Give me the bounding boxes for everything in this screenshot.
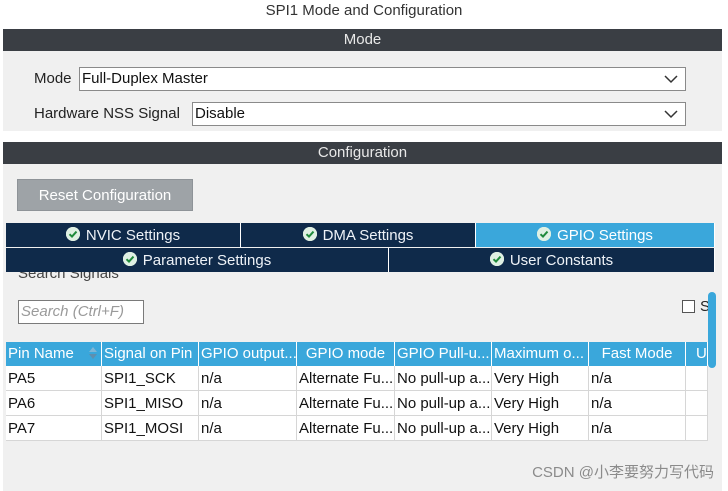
table-cell[interactable]: SPI1_SCK xyxy=(102,366,199,391)
column-header-user-label[interactable]: U xyxy=(686,342,708,366)
check-circle-icon xyxy=(65,227,80,241)
nss-select[interactable]: Disable xyxy=(192,102,686,126)
mode-select-value: Full-Duplex Master xyxy=(82,70,208,87)
reset-configuration-button[interactable]: Reset Configuration xyxy=(17,179,193,211)
search-signals-label: Search Signals xyxy=(18,272,119,282)
mode-select[interactable]: Full-Duplex Master xyxy=(79,67,686,91)
table-cell[interactable]: Very High xyxy=(492,366,589,391)
table-cell[interactable]: Very High xyxy=(492,416,589,441)
check-circle-icon xyxy=(537,227,552,241)
tab-label: User Constants xyxy=(509,252,614,269)
tab-gpio-settings[interactable]: GPIO Settings xyxy=(476,223,715,247)
column-header-fast-mode[interactable]: Fast Mode xyxy=(589,342,686,366)
window-title: SPI1 Mode and Configuration xyxy=(0,0,728,28)
table-cell[interactable]: PA6 xyxy=(6,391,102,416)
sort-arrow-icon xyxy=(89,347,97,359)
show-only-modified-checkbox[interactable] xyxy=(682,300,695,313)
chevron-down-icon xyxy=(664,75,678,84)
search-input[interactable]: Search (Ctrl+F) xyxy=(18,300,144,324)
table-cell[interactable]: n/a xyxy=(589,391,686,416)
table-cell[interactable]: Alternate Fu... xyxy=(297,366,395,391)
table-cell[interactable]: No pull-up a... xyxy=(395,391,492,416)
table-cell[interactable]: n/a xyxy=(199,366,297,391)
configuration-panel xyxy=(3,164,722,491)
table-cell[interactable]: n/a xyxy=(589,416,686,441)
watermark-text: CSDN @小李要努力写代码 xyxy=(532,464,714,481)
table-cell[interactable]: Very High xyxy=(492,391,589,416)
tab-label: Parameter Settings xyxy=(142,252,272,269)
table-cell[interactable]: SPI1_MOSI xyxy=(102,416,199,441)
nss-label: Hardware NSS Signal xyxy=(34,105,180,122)
section-gap xyxy=(3,131,722,141)
column-header-signal-on-pin[interactable]: Signal on Pin xyxy=(102,342,199,366)
column-header-pin-name[interactable]: Pin Name xyxy=(6,342,102,366)
table-cell[interactable]: PA5 xyxy=(6,366,102,391)
tab-label: NVIC Settings xyxy=(85,227,181,244)
table-cell[interactable]: PA7 xyxy=(6,416,102,441)
mode-section-header: Mode xyxy=(3,29,722,51)
column-header-gpio-pull[interactable]: GPIO Pull-u... xyxy=(395,342,492,366)
table-cell[interactable] xyxy=(686,416,708,441)
search-label-clip: Search Signals xyxy=(6,272,706,288)
tab-label: GPIO Settings xyxy=(557,227,653,244)
table-cell[interactable] xyxy=(686,391,708,416)
table-cell[interactable]: Alternate Fu... xyxy=(297,416,395,441)
table-cell[interactable]: SPI1_MISO xyxy=(102,391,199,416)
vertical-scrollbar-thumb[interactable] xyxy=(708,292,716,368)
check-circle-icon xyxy=(302,227,317,241)
tab-nvic-settings[interactable]: NVIC Settings xyxy=(6,223,241,247)
check-circle-icon xyxy=(489,252,504,266)
table-cell[interactable]: No pull-up a... xyxy=(395,366,492,391)
chevron-down-icon xyxy=(664,110,678,119)
table-cell[interactable] xyxy=(686,366,708,391)
tab-parameter-settings[interactable]: Parameter Settings xyxy=(6,248,389,272)
table-cell[interactable]: n/a xyxy=(199,391,297,416)
column-header-gpio-output[interactable]: GPIO output... xyxy=(199,342,297,366)
configuration-section-header: Configuration xyxy=(3,142,722,164)
table-cell[interactable]: n/a xyxy=(199,416,297,441)
mode-label: Mode xyxy=(34,70,72,87)
table-cell[interactable]: Alternate Fu... xyxy=(297,391,395,416)
tab-label: DMA Settings xyxy=(322,227,414,244)
nss-select-value: Disable xyxy=(195,105,246,122)
column-header-gpio-mode[interactable]: GPIO mode xyxy=(297,342,395,366)
check-circle-icon xyxy=(122,252,137,266)
table-cell[interactable]: No pull-up a... xyxy=(395,416,492,441)
tab-dma-settings[interactable]: DMA Settings xyxy=(241,223,476,247)
table-cell[interactable]: n/a xyxy=(589,366,686,391)
column-label: Pin Name xyxy=(8,345,74,362)
column-header-maximum-output-speed[interactable]: Maximum o... xyxy=(492,342,589,366)
tab-user-constants[interactable]: User Constants xyxy=(389,248,715,272)
